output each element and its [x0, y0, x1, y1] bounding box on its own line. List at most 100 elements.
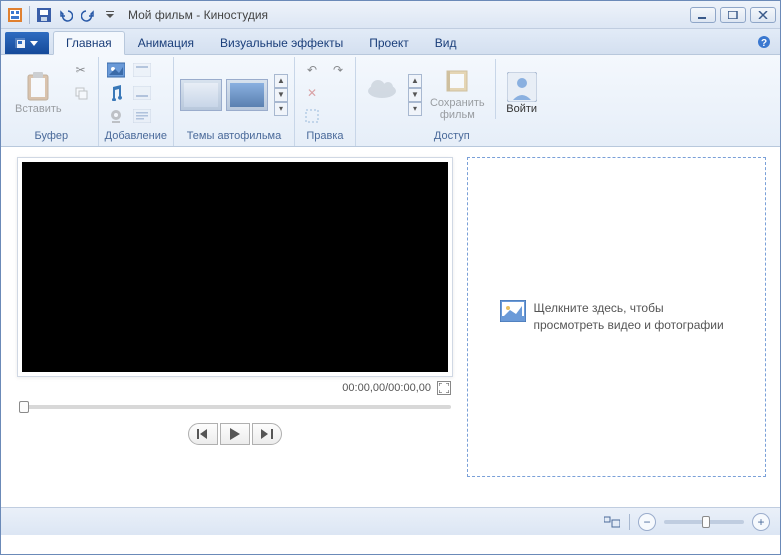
select-all-button[interactable]	[301, 105, 323, 127]
zoom-out-button[interactable]: −	[638, 513, 656, 531]
fullscreen-button[interactable]	[437, 381, 451, 395]
group-access: ▲ ▼ ▾ Сохранить фильм Войти Доступ	[356, 57, 548, 146]
signin-label: Войти	[506, 103, 537, 115]
zoom-slider[interactable]	[664, 520, 744, 524]
tab-label: Вид	[435, 36, 457, 50]
svg-text:?: ?	[761, 38, 767, 49]
rotate-left-button[interactable]: ↶	[301, 59, 323, 81]
prev-frame-button[interactable]	[188, 423, 218, 445]
share-gallery-scroll: ▲ ▼ ▾	[408, 74, 422, 116]
maximize-button[interactable]	[720, 7, 746, 23]
tab-animation[interactable]: Анимация	[125, 30, 207, 54]
video-preview[interactable]	[22, 162, 448, 372]
rotate-left-icon: ↶	[307, 63, 317, 77]
group-edit: ↶ ✕ ↷ Правка	[295, 57, 356, 146]
gallery-expand-button[interactable]: ▾	[408, 102, 422, 116]
group-label: Буфер	[11, 130, 92, 144]
plus-icon: +	[757, 516, 764, 528]
ribbon-tabs: Главная Анимация Визуальные эффекты Прое…	[1, 29, 780, 55]
empty-label	[380, 103, 383, 115]
group-label: Правка	[301, 130, 349, 144]
title-icon	[133, 63, 151, 77]
preview-monitor	[17, 157, 453, 377]
undo-button[interactable]	[56, 5, 76, 25]
rotate-right-icon: ↷	[333, 63, 343, 77]
app-icon[interactable]	[5, 5, 25, 25]
gallery-up-button[interactable]: ▲	[274, 74, 288, 88]
add-title-button[interactable]	[131, 59, 153, 81]
save-movie-button[interactable]: Сохранить фильм	[426, 59, 489, 127]
thumbnail-icon	[604, 515, 620, 529]
theme-gallery-scroll: ▲ ▼ ▾	[274, 74, 288, 116]
group-label: Темы автофильма	[180, 130, 288, 144]
tab-visual-effects[interactable]: Визуальные эффекты	[207, 30, 356, 54]
thumbnail-size-button[interactable]	[603, 513, 621, 531]
next-frame-button[interactable]	[252, 423, 282, 445]
gallery-down-button[interactable]: ▼	[408, 88, 422, 102]
gallery-expand-button[interactable]: ▾	[274, 102, 288, 116]
share-cloud-button[interactable]	[362, 59, 402, 127]
user-icon	[506, 71, 538, 103]
tab-label: Анимация	[138, 36, 194, 50]
caption-icon	[133, 86, 151, 100]
zoom-in-button[interactable]: +	[752, 513, 770, 531]
signin-button[interactable]: Войти	[502, 59, 542, 127]
close-button[interactable]	[750, 7, 776, 23]
add-caption-button[interactable]	[131, 82, 153, 104]
help-button[interactable]: ?	[756, 34, 772, 50]
titlebar: Мой фильм - Киностудия	[1, 1, 780, 29]
file-menu-button[interactable]	[5, 32, 49, 54]
theme-thumbnail[interactable]	[226, 79, 268, 111]
separator	[29, 6, 30, 24]
media-placeholder-icon	[500, 300, 526, 322]
add-credits-button[interactable]	[131, 105, 153, 127]
window-title: Мой фильм - Киностудия	[128, 8, 690, 22]
tab-label: Визуальные эффекты	[220, 36, 343, 50]
separator	[495, 59, 496, 119]
redo-button[interactable]	[78, 5, 98, 25]
cut-button[interactable]: ✂	[70, 59, 92, 81]
play-button[interactable]	[220, 423, 250, 445]
qat-customize-button[interactable]	[100, 5, 120, 25]
group-label: Доступ	[362, 130, 542, 144]
tab-project[interactable]: Проект	[356, 30, 422, 54]
ribbon: Вставить ✂ Буфер Добавление	[1, 55, 780, 147]
copy-button[interactable]	[70, 82, 92, 104]
skip-back-icon	[197, 429, 209, 439]
play-icon	[230, 428, 240, 440]
gallery-down-button[interactable]: ▼	[274, 88, 288, 102]
save-button[interactable]	[34, 5, 54, 25]
rotate-right-button[interactable]: ↷	[327, 59, 349, 81]
media-drop-zone[interactable]: Щелкните здесь, чтобы просмотреть видео …	[467, 157, 766, 477]
fullscreen-icon	[439, 383, 449, 393]
group-add: Добавление	[99, 57, 174, 146]
record-narration-button[interactable]	[105, 105, 127, 127]
seek-bar[interactable]	[19, 405, 451, 409]
window-controls	[690, 7, 776, 23]
gallery-up-button[interactable]: ▲	[408, 74, 422, 88]
separator	[629, 514, 630, 530]
minimize-button[interactable]	[690, 7, 716, 23]
add-video-photo-button[interactable]	[105, 59, 127, 81]
tab-label: Главная	[66, 36, 112, 50]
statusbar: − +	[1, 507, 780, 535]
skip-forward-icon	[261, 429, 273, 439]
zoom-slider-thumb[interactable]	[702, 516, 710, 528]
preview-pane: 00:00,00/00:00,00	[1, 147, 463, 507]
group-themes: ▲ ▼ ▾ Темы автофильма	[174, 57, 295, 146]
cloud-icon	[366, 71, 398, 103]
playback-controls	[17, 423, 453, 445]
preview-meta: 00:00,00/00:00,00	[17, 377, 453, 395]
tab-home[interactable]: Главная	[53, 31, 125, 55]
clipboard-icon	[22, 71, 54, 103]
paste-button[interactable]: Вставить	[11, 59, 66, 127]
seek-thumb[interactable]	[19, 401, 29, 413]
scissors-icon: ✂	[76, 63, 86, 77]
media-icon	[107, 61, 125, 79]
theme-thumbnail[interactable]	[180, 79, 222, 111]
tab-view[interactable]: Вид	[422, 30, 470, 54]
webcam-icon	[108, 108, 124, 124]
drop-zone-text: Щелкните здесь, чтобы просмотреть видео …	[534, 300, 734, 334]
delete-button[interactable]: ✕	[301, 82, 323, 104]
add-music-button[interactable]	[105, 82, 127, 104]
